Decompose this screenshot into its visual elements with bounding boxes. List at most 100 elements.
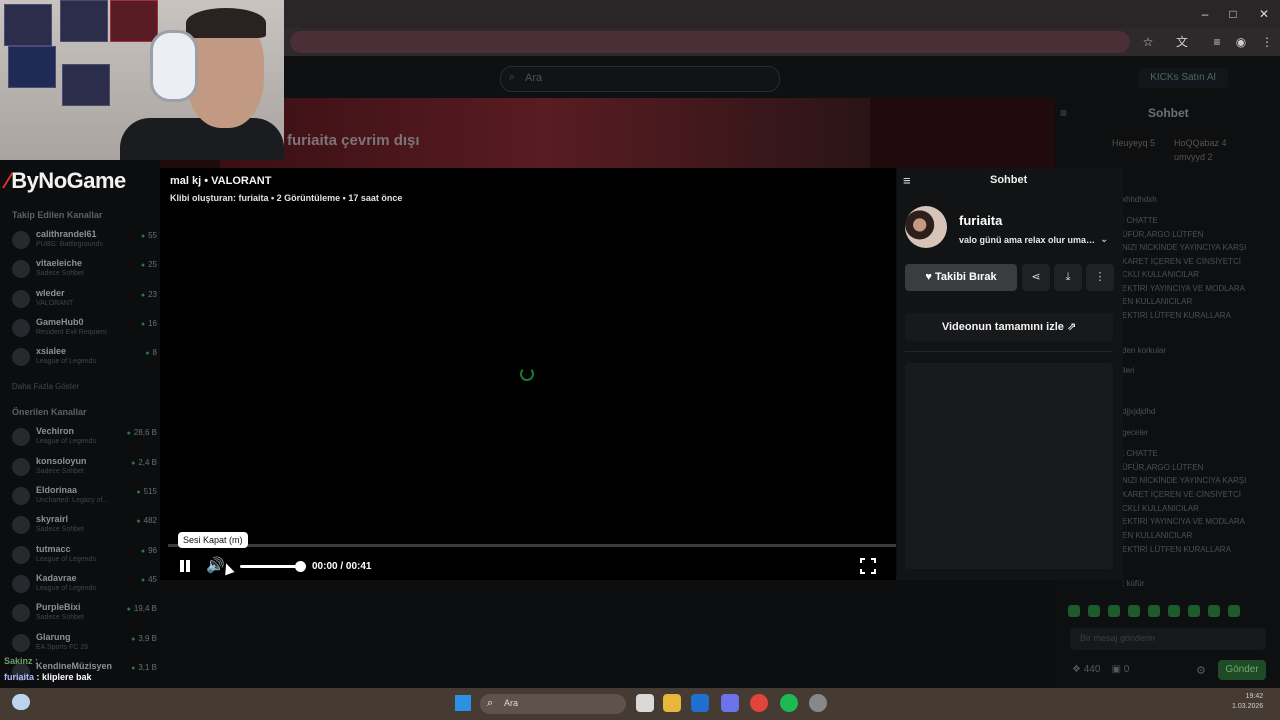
- spotify-icon[interactable]: [780, 694, 798, 712]
- download-button[interactable]: ⤓: [1054, 264, 1082, 291]
- chrome-icon[interactable]: [750, 694, 768, 712]
- taskbar-clock[interactable]: 19:42 1.03.2026: [1232, 692, 1263, 712]
- site-logo[interactable]: ⁄ByNoGame: [6, 168, 126, 194]
- chevron-down-icon[interactable]: ⌄: [1100, 234, 1108, 245]
- steam-icon[interactable]: [809, 694, 827, 712]
- star-icon[interactable]: ☆: [1140, 34, 1156, 50]
- channel-game: Sadece Sohbet: [36, 526, 84, 533]
- sidebar-channel[interactable]: xsialee League of Legends 8: [12, 344, 160, 372]
- sidebar-channel[interactable]: calithrandel61 PUBG: Battlegrounds 55: [12, 227, 160, 255]
- site-search-input[interactable]: ⌕ Ara: [500, 66, 780, 92]
- leaderboard-score: 2: [1207, 152, 1213, 162]
- avatar: [12, 348, 30, 366]
- windows-start-icon[interactable]: [455, 695, 471, 711]
- streamer-name[interactable]: furiaita: [959, 213, 1002, 228]
- avatar: [12, 487, 30, 505]
- avatar: [12, 546, 30, 564]
- reading-list-icon[interactable]: ≡: [1209, 34, 1225, 50]
- pause-button[interactable]: [177, 558, 193, 574]
- search-icon: ⌕: [509, 71, 516, 83]
- clock-date: 1.03.2026: [1232, 703, 1264, 710]
- volume-slider[interactable]: [240, 565, 300, 568]
- avatar: [12, 458, 30, 476]
- chat-message: KARET İÇEREN VE CİNSİYETCİ: [1122, 257, 1241, 266]
- unfollow-label: Takibi Bırak: [935, 271, 997, 283]
- channel-name: wleder: [36, 288, 65, 298]
- discord-icon[interactable]: [721, 694, 739, 712]
- viewer-count: 25: [141, 260, 157, 269]
- time-display: 00:00 / 00:41: [312, 561, 372, 572]
- share-button[interactable]: ⋖: [1022, 264, 1050, 291]
- channel-name: PurpleBixi: [36, 602, 81, 612]
- leaderboard-score: 4: [1221, 138, 1227, 148]
- fullscreen-button[interactable]: [860, 558, 876, 574]
- leaderboard-name: HoQQabaz: [1174, 138, 1220, 148]
- show-more-link[interactable]: Daha Fazla Göster: [12, 382, 79, 391]
- channel-name: tutmacc: [36, 544, 71, 554]
- chat-message: EN KULLANICILAR: [1122, 531, 1193, 540]
- sidebar-channel[interactable]: Glarung EA Sports FC 26 3,9 B: [12, 630, 160, 658]
- sidebar-channel[interactable]: Eldorinaa Uncharted: Legacy of... 515: [12, 483, 160, 511]
- store-icon[interactable]: [691, 694, 709, 712]
- translate-icon[interactable]: 文: [1174, 34, 1190, 50]
- taskbar-search-input[interactable]: ⌕ Ara: [480, 694, 626, 714]
- chat-message-input[interactable]: Bir mesaj gönderin: [1070, 628, 1266, 650]
- chat-message: EKTİRİ YAYINCIYA VE MODLARA: [1122, 284, 1245, 293]
- panel-content-area: [905, 363, 1113, 569]
- viewer-count: 515: [136, 487, 157, 496]
- search-placeholder: Ara: [525, 72, 543, 84]
- followed-heading: Takip Edilen Kanallar: [12, 210, 103, 220]
- progress-bar[interactable]: [168, 544, 896, 547]
- avatar: [12, 231, 30, 249]
- channel-game: Resident Evil Requiem: [36, 329, 107, 336]
- menu-icon[interactable]: ⋮: [1259, 34, 1275, 50]
- minimize-button[interactable]: –: [1196, 6, 1214, 22]
- profile-icon[interactable]: ◉: [1233, 34, 1249, 50]
- sidebar-channel[interactable]: PurpleBixi Sadece Sohbet 19,4 B: [12, 600, 160, 628]
- channel-game: League of Legends: [36, 556, 96, 563]
- maximize-button[interactable]: □: [1224, 6, 1242, 22]
- leaderboard-name: umvyyd: [1174, 152, 1206, 162]
- unfollow-button[interactable]: ♥ Takibi Bırak: [905, 264, 1017, 291]
- emote-bar[interactable]: [1068, 604, 1268, 618]
- sidebar-channel[interactable]: GameHub0 Resident Evil Requiem 16: [12, 315, 160, 343]
- sidebar-channel[interactable]: konsoloyun Sadece Sohbet 2,4 B: [12, 454, 160, 482]
- sidebar-channel[interactable]: Vechiron League of Legends 28,6 B: [12, 424, 160, 452]
- channel-name: Eldorinaa: [36, 485, 78, 495]
- loading-spinner-icon: [520, 367, 534, 381]
- sidebar-channel[interactable]: wleder VALORANT 23: [12, 286, 160, 314]
- file-explorer-icon[interactable]: [663, 694, 681, 712]
- address-bar[interactable]: [290, 31, 1130, 53]
- chat-message: ÜFÜR,ARGO LÜTFEN: [1122, 463, 1204, 472]
- sidebar-channel[interactable]: tutmacc League of Legends 96: [12, 542, 160, 570]
- collapse-chat-icon[interactable]: ≡: [1060, 106, 1067, 120]
- volume-slider-knob[interactable]: [295, 561, 306, 572]
- task-view-icon[interactable]: [636, 694, 654, 712]
- avatar[interactable]: [905, 206, 947, 248]
- sidebar-channel[interactable]: Kadavrae League of Legends 45: [12, 571, 160, 599]
- viewer-count: 28,6 B: [127, 428, 157, 437]
- weather-icon[interactable]: [12, 694, 30, 710]
- sidebar-channel[interactable]: skyrairl Sadece Sohbet 482: [12, 512, 160, 540]
- watch-full-video-button[interactable]: Videonun tamamını izle ⇗: [905, 313, 1113, 341]
- chat-message: : CHATTE: [1122, 216, 1158, 225]
- background-chat-title: Sohbet: [1148, 106, 1189, 120]
- collapse-panel-icon[interactable]: ≡: [903, 173, 911, 188]
- chat-message: : CHATTE: [1122, 449, 1158, 458]
- chat-settings-icon[interactable]: ⚙: [1196, 664, 1206, 677]
- chat-message: EKTİRİ LÜTFEN KURALLARA: [1122, 545, 1231, 554]
- channel-game: League of Legends: [36, 358, 96, 365]
- chat-message: : küfür: [1122, 579, 1145, 588]
- logo-text: ByNoGame: [11, 168, 126, 193]
- overlay-chat-user: furiaita: [4, 672, 35, 682]
- leaderboard-entry: HoQQabaz 4: [1174, 138, 1227, 148]
- viewer-count: 3,1 B: [131, 663, 157, 672]
- overlay-chat-line: Sakinz :: [4, 656, 39, 666]
- close-window-button[interactable]: ✕: [1255, 6, 1273, 22]
- kicks-buy-button[interactable]: KICKs Satın Al: [1138, 68, 1228, 88]
- send-button[interactable]: Gönder: [1218, 660, 1266, 680]
- viewer-count: 19,4 B: [127, 604, 157, 613]
- more-options-button[interactable]: ⋮: [1086, 264, 1114, 291]
- avatar: [12, 428, 30, 446]
- sidebar-channel[interactable]: vitaeleiche Sadece Sohbet 25: [12, 256, 160, 284]
